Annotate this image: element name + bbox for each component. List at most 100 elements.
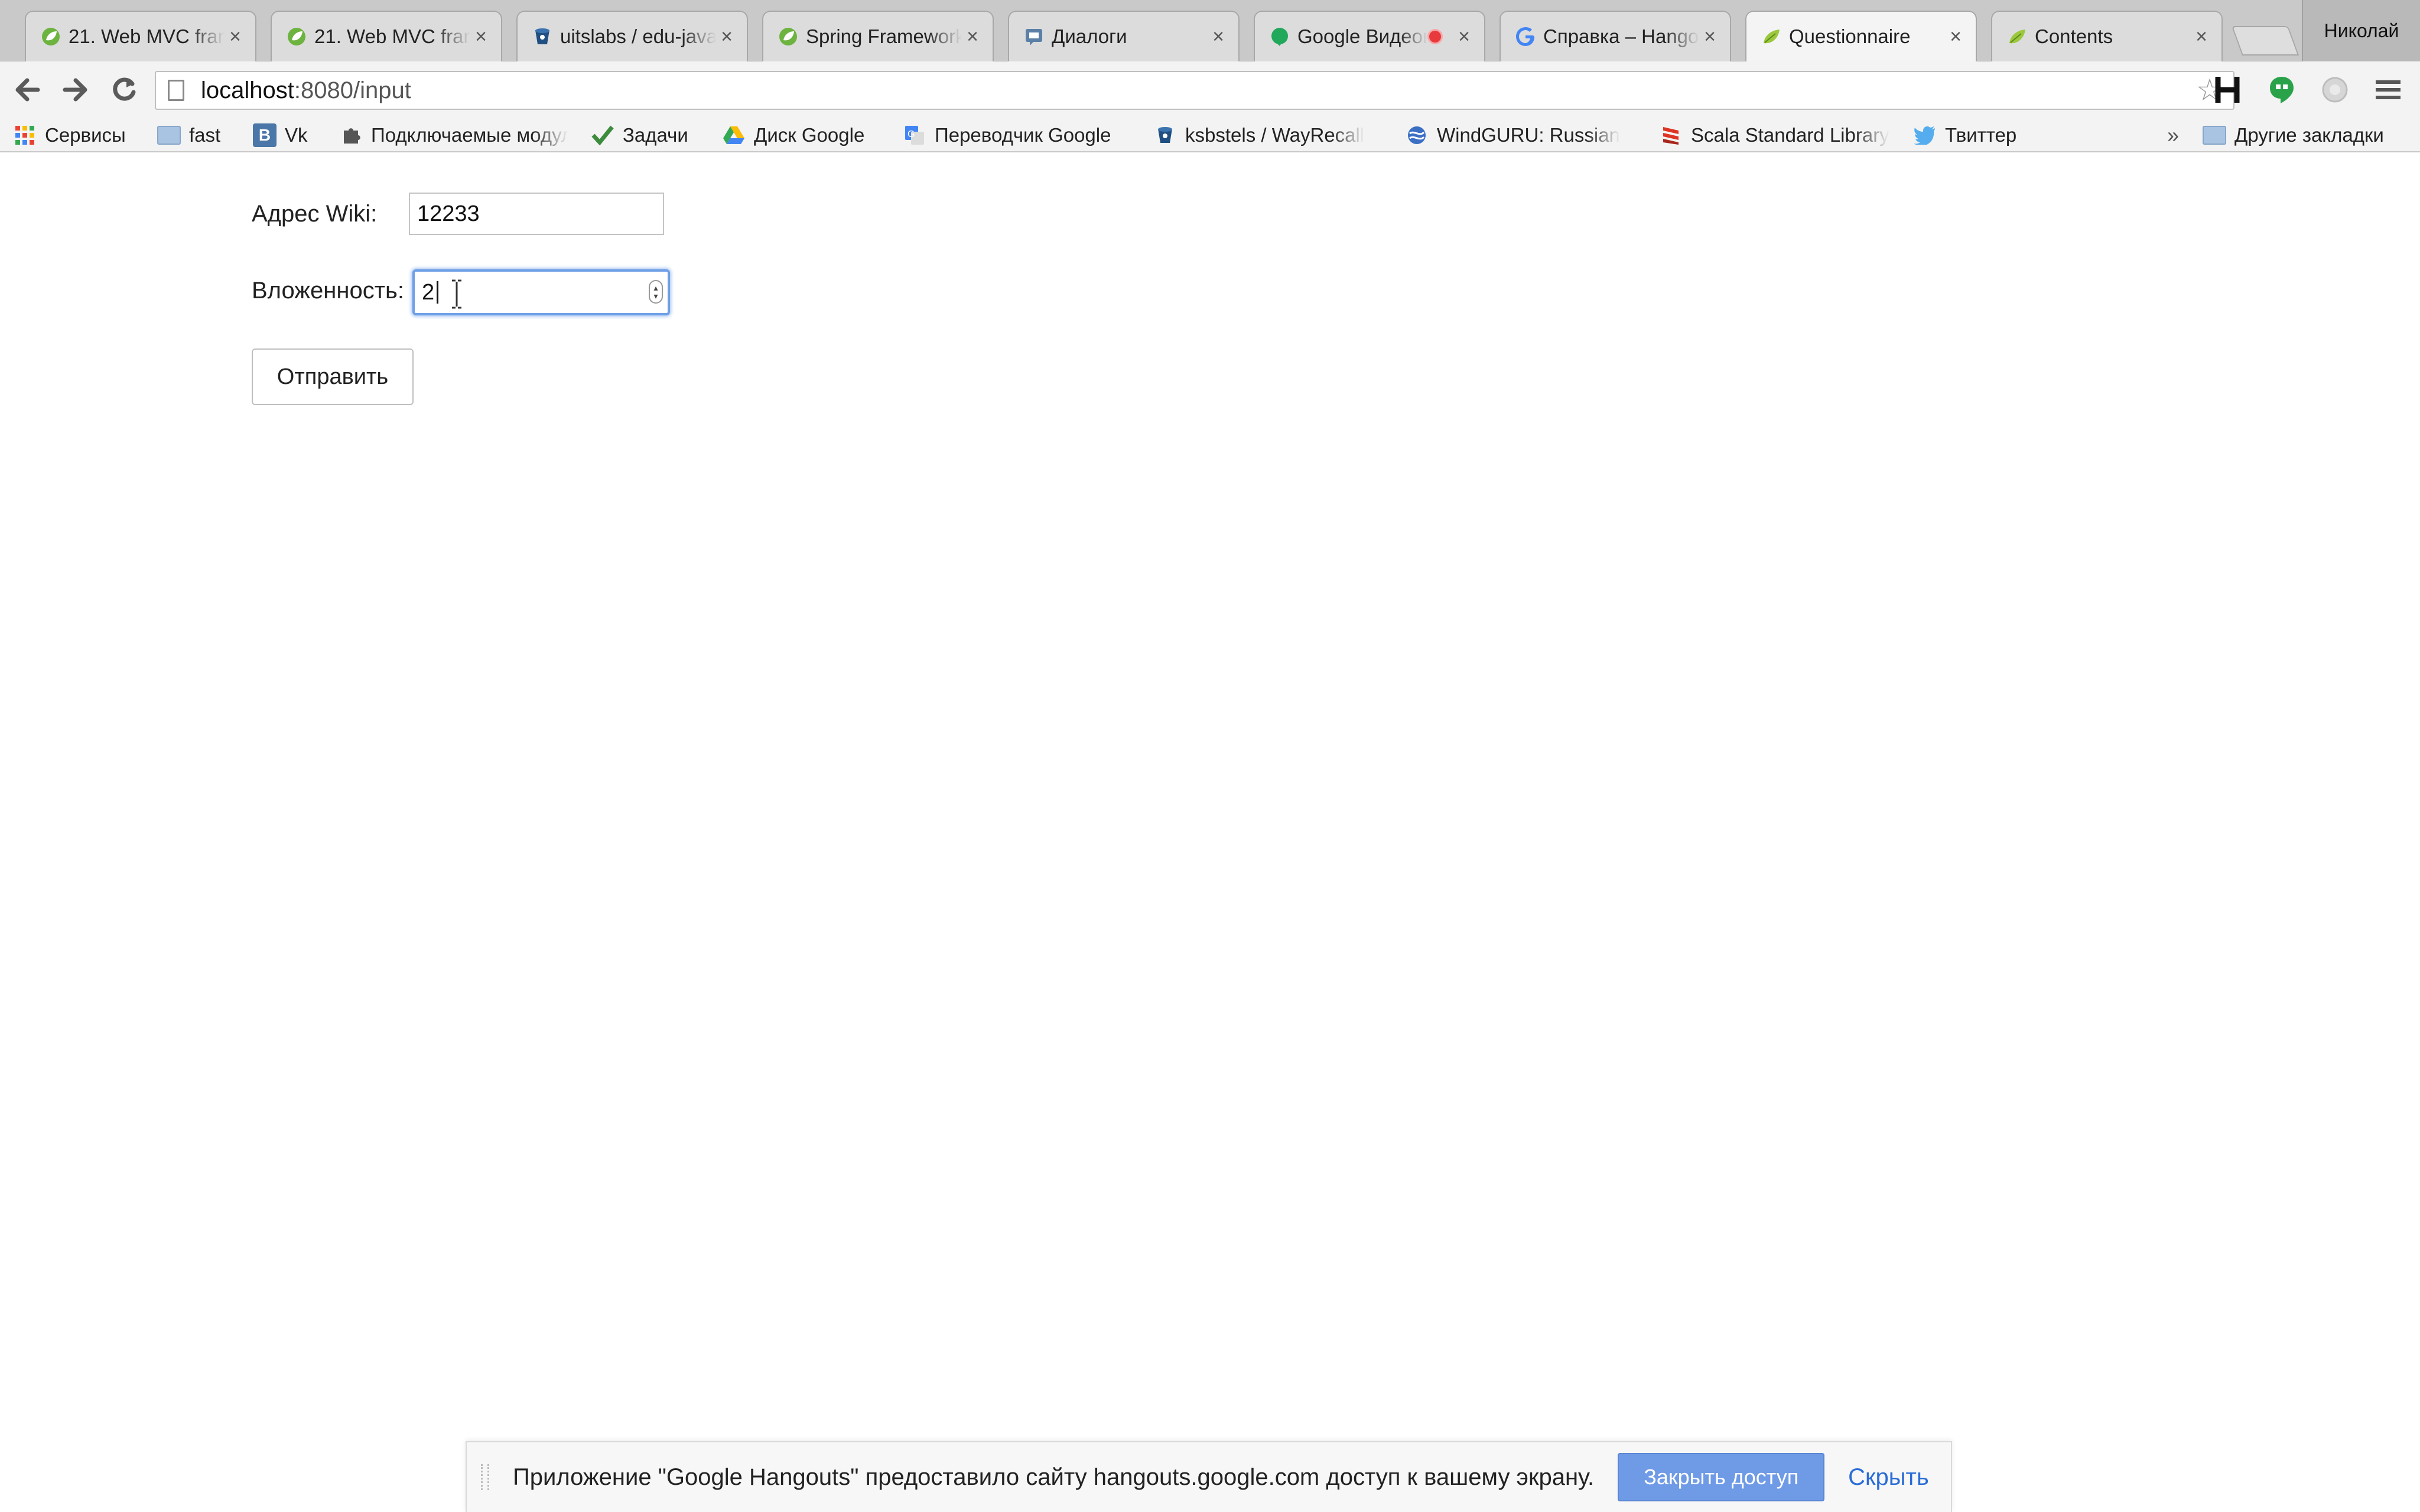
twitter-icon <box>1913 123 1937 147</box>
stop-sharing-button[interactable]: Закрыть доступ <box>1618 1453 1825 1501</box>
hide-link[interactable]: Скрыть <box>1848 1464 1929 1491</box>
tab-dialogs[interactable]: Диалоги × <box>1008 11 1240 61</box>
bitbucket-icon <box>531 25 554 48</box>
menu-hamburger-icon[interactable] <box>2369 71 2407 109</box>
reload-icon <box>113 77 136 101</box>
scala-icon <box>1659 123 1683 147</box>
close-icon[interactable]: × <box>716 27 737 47</box>
close-icon[interactable]: × <box>1945 27 1966 47</box>
close-icon[interactable]: × <box>2191 27 2212 47</box>
bookmark-label: Сервисы <box>45 124 126 146</box>
google-drive-icon <box>722 123 746 147</box>
profile-button[interactable]: Николай <box>2302 0 2420 61</box>
vk-chat-icon <box>1022 25 1046 48</box>
bookmark-tasks[interactable]: Задачи <box>591 118 703 152</box>
tab-web-mvc-1[interactable]: 21. Web MVC framework × <box>25 11 256 61</box>
spinner-down-icon[interactable]: ▾ <box>653 292 658 300</box>
bookmark-label: WindGURU: Russian <box>1437 124 1620 146</box>
recording-indicator-icon <box>1427 29 1443 44</box>
close-icon[interactable]: × <box>1453 27 1475 47</box>
wiki-address-input[interactable]: 12233 <box>409 193 664 235</box>
hangouts-bubble-icon[interactable] <box>2263 71 2301 109</box>
tab-web-mvc-2[interactable]: 21. Web MVC framework × <box>271 11 502 61</box>
bookmark-plugins[interactable]: Подключаемые модули <box>339 118 568 152</box>
close-icon[interactable]: × <box>1208 27 1229 47</box>
browser-window: 21. Web MVC framework × 21. Web MVC fram… <box>0 0 2420 1512</box>
vk-icon: B <box>253 123 277 147</box>
spring-leaf-icon <box>776 25 800 48</box>
tab-uitslabs[interactable]: uitslabs / edu-java × <box>516 11 748 61</box>
google-translate-icon: G <box>903 123 926 147</box>
depth-value: 2 <box>422 279 435 305</box>
bookmark-label: fast <box>189 124 221 146</box>
close-icon[interactable]: × <box>225 27 246 47</box>
bookmark-label: Scala Standard Library <box>1691 124 1889 146</box>
back-button[interactable] <box>6 69 48 111</box>
forward-button[interactable] <box>54 69 97 111</box>
bookmark-label: Переводчик Google <box>935 124 1111 146</box>
submit-button[interactable]: Отправить <box>252 348 414 405</box>
bookmark-wayrecall[interactable]: ksbstels / WayRecall <box>1153 118 1375 152</box>
tab-hangouts-help[interactable]: Справка – Hangouts × <box>1500 11 1731 61</box>
tab-spring-framework[interactable]: Spring Framework × <box>762 11 994 61</box>
spring-leaf-icon <box>1759 25 1783 48</box>
ibeam-cursor-icon <box>452 279 461 309</box>
tab-title: Contents <box>2035 25 2113 47</box>
tab-title: Spring Framework <box>806 25 962 47</box>
bookmark-windguru[interactable]: WindGURU: Russian <box>1405 118 1633 152</box>
bookmark-google-drive[interactable]: Диск Google <box>722 118 889 152</box>
extension-disabled-icon[interactable] <box>2316 71 2354 109</box>
bookmark-scala-library[interactable]: Scala Standard Library <box>1659 118 1889 152</box>
spring-leaf-icon <box>2005 25 2029 48</box>
spinner-up-icon[interactable]: ▴ <box>653 284 658 292</box>
number-spinner[interactable]: ▴ ▾ <box>649 280 663 304</box>
tab-title: 21. Web MVC framework <box>314 25 470 47</box>
bookmark-twitter[interactable]: Твиттер <box>1913 118 2031 152</box>
other-bookmarks-folder[interactable]: Другие закладки <box>2203 118 2419 152</box>
bookmarks-bar: Сервисы fast B Vk Подключаемые модули За… <box>0 118 2420 152</box>
new-tab-button[interactable] <box>2231 26 2299 56</box>
bookmarks-overflow-chevron-icon[interactable]: » <box>2167 118 2191 152</box>
bookmark-label: Подключаемые модули <box>371 124 568 146</box>
drag-grip-icon[interactable] <box>481 1464 489 1490</box>
bookmark-label: Задачи <box>623 124 688 146</box>
tab-questionnaire[interactable]: Questionnaire × <box>1745 11 1977 61</box>
address-bar[interactable]: localhost:8080/input ☆ <box>155 71 2234 110</box>
svg-text:G: G <box>908 129 915 139</box>
bookmark-folder-fast[interactable]: fast <box>157 118 234 152</box>
tab-google-video[interactable]: Google Видеовстреча × <box>1254 11 1485 61</box>
reload-button[interactable] <box>103 69 145 111</box>
browser-toolbar: localhost:8080/input ☆ <box>0 61 2420 118</box>
spring-leaf-icon <box>39 25 63 48</box>
other-bookmarks-label: Другие закладки <box>2234 124 2384 146</box>
folder-icon <box>157 123 181 147</box>
bookmark-google-translate[interactable]: G Переводчик Google <box>903 118 1132 152</box>
windguru-icon <box>1405 123 1429 147</box>
url-host: localhost <box>201 77 294 103</box>
hangouts-extension-icon[interactable] <box>2210 71 2247 109</box>
close-icon[interactable]: × <box>1699 27 1720 47</box>
google-icon <box>1514 25 1537 48</box>
tab-title: Google Видеовстреча <box>1297 25 1427 47</box>
tab-title: Questionnaire <box>1789 25 1911 47</box>
close-icon[interactable]: × <box>470 27 492 47</box>
share-message: Приложение "Google Hangouts" предоставил… <box>513 1464 1595 1490</box>
tab-title: Справка – Hangouts <box>1543 25 1699 47</box>
close-icon[interactable]: × <box>962 27 983 47</box>
text-caret <box>437 281 439 304</box>
folder-icon <box>2203 123 2226 147</box>
bitbucket-icon <box>1153 123 1177 147</box>
page-icon <box>168 80 184 101</box>
bookmark-label: Диск Google <box>754 124 865 146</box>
url-path: :8080/input <box>294 77 411 103</box>
spring-leaf-icon <box>285 25 308 48</box>
depth-label: Вложенность: <box>252 278 404 304</box>
tab-title: uitslabs / edu-java <box>560 25 716 47</box>
bookmark-label: Vk <box>285 124 308 146</box>
back-arrow-icon <box>15 78 40 102</box>
bookmark-label: ksbstels / WayRecall <box>1185 124 1365 146</box>
tab-contents[interactable]: Contents × <box>1991 11 2223 61</box>
bookmark-services[interactable]: Сервисы <box>13 118 149 152</box>
tab-strip: 21. Web MVC framework × 21. Web MVC fram… <box>0 0 2420 61</box>
bookmark-vk[interactable]: B Vk <box>253 118 324 152</box>
